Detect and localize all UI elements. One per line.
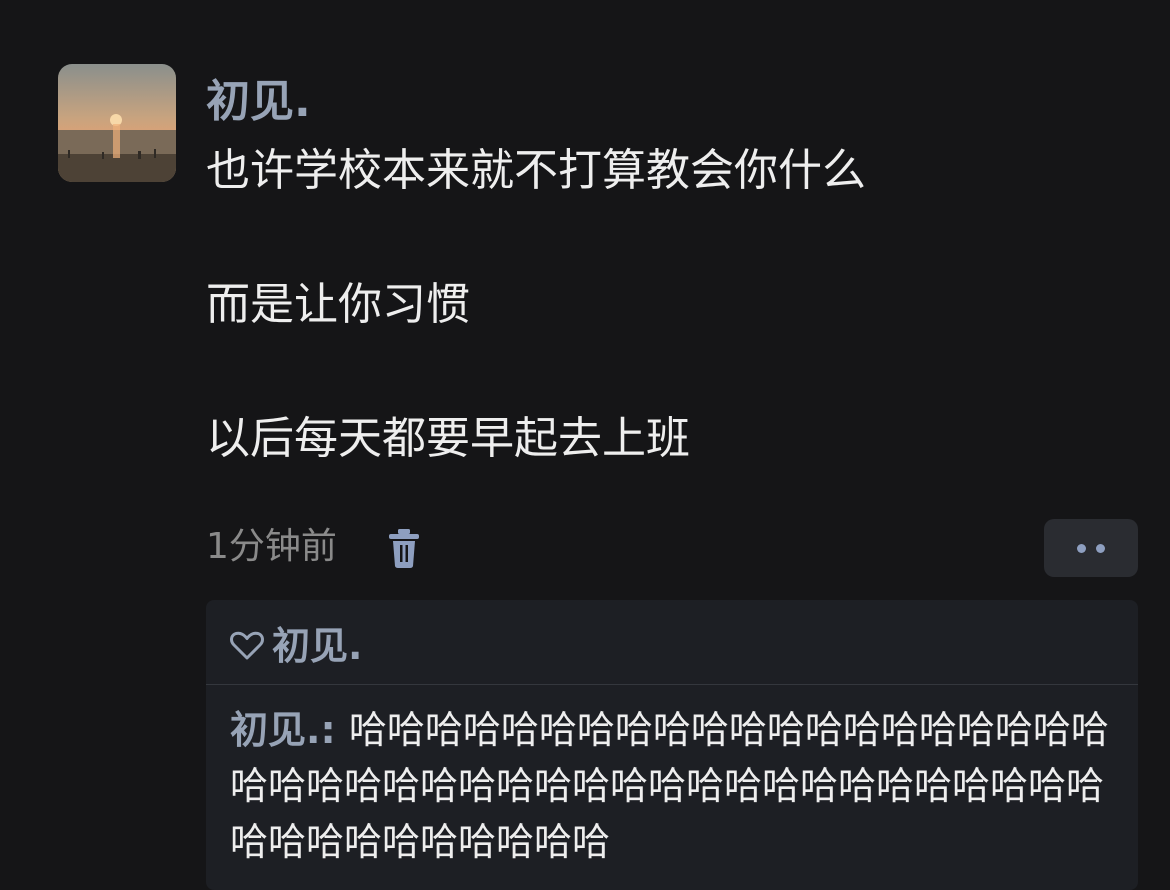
sunset-avatar-image — [58, 64, 176, 182]
divider — [206, 684, 1138, 685]
more-options-button[interactable] — [1044, 519, 1138, 577]
likes-row: 初见. — [230, 620, 362, 672]
comment-text: 哈哈哈哈哈哈哈哈哈哈哈哈哈哈哈哈哈哈哈哈哈哈哈哈哈哈哈哈哈哈哈哈哈哈哈哈哈哈哈哈… — [230, 708, 1109, 864]
comment-author[interactable]: 初见. — [230, 708, 320, 752]
comment-separator: : — [320, 708, 349, 752]
comment-item[interactable]: 初见.: 哈哈哈哈哈哈哈哈哈哈哈哈哈哈哈哈哈哈哈哈哈哈哈哈哈哈哈哈哈哈哈哈哈哈哈… — [230, 702, 1114, 870]
more-dots-icon — [1077, 543, 1086, 553]
post-line: 以后每天都要早起去上班 — [206, 413, 690, 464]
post-content: 也许学校本来就不打算教会你什么 而是让你习惯 以后每天都要早起去上班 — [206, 140, 1126, 470]
post-author-name[interactable]: 初见. — [206, 74, 311, 130]
post-timestamp: 1分钟前 — [206, 526, 337, 567]
more-dots-icon — [1096, 543, 1105, 553]
trash-icon[interactable] — [386, 526, 422, 570]
interaction-panel: 初见. 初见.: 哈哈哈哈哈哈哈哈哈哈哈哈哈哈哈哈哈哈哈哈哈哈哈哈哈哈哈哈哈哈哈… — [206, 600, 1138, 890]
avatar[interactable] — [58, 64, 176, 182]
post-line: 而是让你习惯 — [206, 279, 470, 330]
heart-icon[interactable] — [230, 631, 264, 661]
post-line: 也许学校本来就不打算教会你什么 — [206, 145, 866, 196]
liker-name[interactable]: 初见. — [272, 620, 362, 672]
